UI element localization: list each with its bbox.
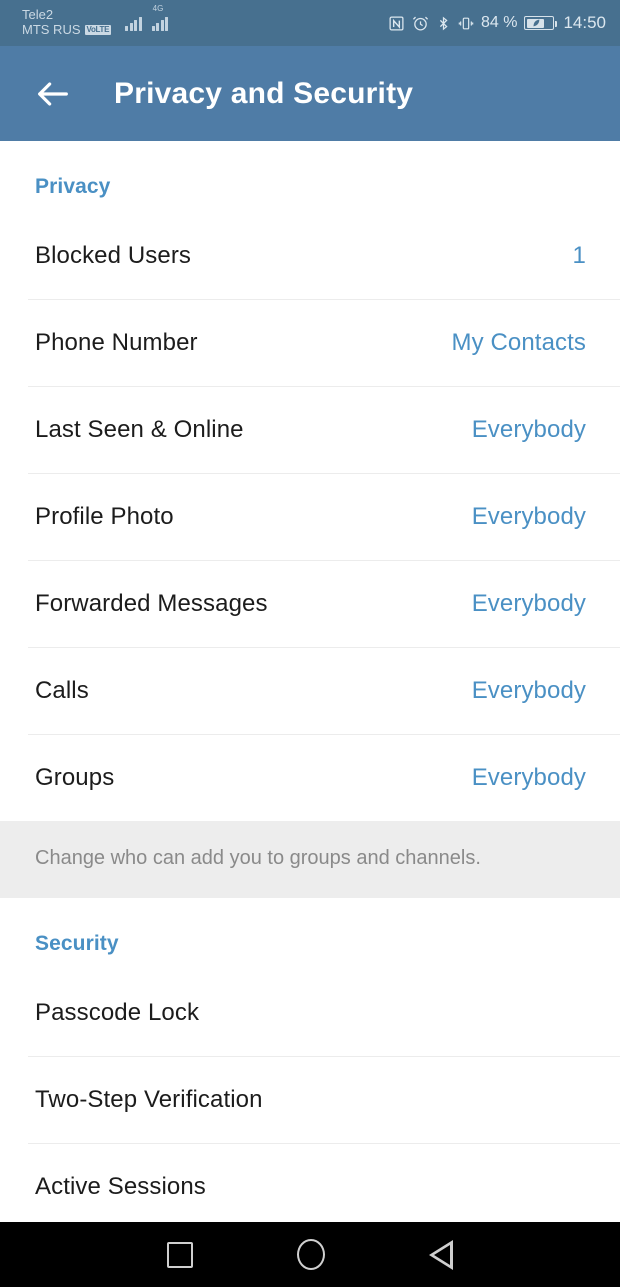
row-value: Everybody [471, 503, 586, 530]
row-value: My Contacts [451, 329, 586, 356]
privacy-footer-note: Change who can add you to groups and cha… [0, 821, 620, 898]
row-label: Forwarded Messages [35, 590, 268, 617]
row-value: Everybody [471, 764, 586, 791]
page-title: Privacy and Security [114, 76, 414, 110]
setting-row-last-seen-online[interactable]: Last Seen & Online Everybody [0, 387, 620, 473]
nfc-icon [388, 15, 405, 32]
phone-screen: Tele2 MTS RUS VoLTE 4G 84 % 14:50 Privac… [0, 0, 620, 1287]
row-label: Two-Step Verification [35, 1086, 263, 1113]
carrier-name-primary: Tele2 [22, 7, 54, 23]
setting-row-active-sessions[interactable]: Active Sessions [0, 1144, 620, 1230]
row-label: Passcode Lock [35, 999, 200, 1026]
setting-row-profile-photo[interactable]: Profile Photo Everybody [0, 474, 620, 560]
section-header-security: Security [35, 932, 119, 955]
settings-list: Privacy Blocked Users 1 Phone Number My … [0, 141, 620, 1230]
setting-row-groups[interactable]: Groups Everybody [0, 735, 620, 821]
bluetooth-icon [436, 15, 451, 32]
setting-row-blocked-users[interactable]: Blocked Users 1 [0, 213, 620, 299]
setting-row-forwarded-messages[interactable]: Forwarded Messages Everybody [0, 561, 620, 647]
back-arrow-icon[interactable] [30, 71, 76, 117]
row-label: Groups [35, 764, 115, 791]
setting-row-two-step-verification[interactable]: Two-Step Verification [0, 1057, 620, 1143]
row-label: Calls [35, 677, 89, 704]
vibrate-icon [458, 15, 474, 32]
signal-bars-sim1-icon [125, 16, 142, 31]
triangle-back-icon[interactable] [429, 1239, 453, 1270]
clock-label: 14:50 [563, 13, 606, 32]
setting-row-phone-number[interactable]: Phone Number My Contacts [0, 300, 620, 386]
row-value: Everybody [471, 677, 586, 704]
row-label: Last Seen & Online [35, 416, 244, 443]
row-label: Blocked Users [35, 242, 192, 269]
row-value: Everybody [471, 416, 586, 443]
android-navigation-bar [0, 1222, 620, 1287]
battery-percent-label: 84 % [480, 14, 518, 31]
row-label: Profile Photo [35, 503, 174, 530]
carrier-info: Tele2 MTS RUS VoLTE [22, 7, 112, 38]
signal-bars-sim2-icon: 4G [151, 4, 169, 31]
network-type-label: 4G [152, 3, 164, 13]
carrier-name-secondary: MTS RUS VoLTE [22, 22, 112, 38]
status-bar: Tele2 MTS RUS VoLTE 4G 84 % 14:50 [0, 0, 620, 46]
battery-saver-icon [524, 16, 558, 30]
app-bar: Privacy and Security [0, 46, 620, 141]
alarm-icon [412, 15, 429, 32]
row-value: Everybody [471, 590, 586, 617]
setting-row-calls[interactable]: Calls Everybody [0, 648, 620, 734]
circle-home-icon[interactable] [297, 1239, 325, 1270]
row-label: Active Sessions [35, 1173, 206, 1200]
row-value: 1 [572, 242, 586, 269]
square-recents-icon[interactable] [167, 1241, 193, 1268]
row-label: Phone Number [35, 329, 198, 356]
status-icons-group: 84 % 14:50 [388, 13, 606, 33]
section-header-privacy: Privacy [35, 175, 111, 198]
volte-badge: VoLTE [84, 25, 112, 36]
setting-row-passcode-lock[interactable]: Passcode Lock [0, 970, 620, 1056]
carrier-label: MTS RUS [22, 22, 81, 37]
